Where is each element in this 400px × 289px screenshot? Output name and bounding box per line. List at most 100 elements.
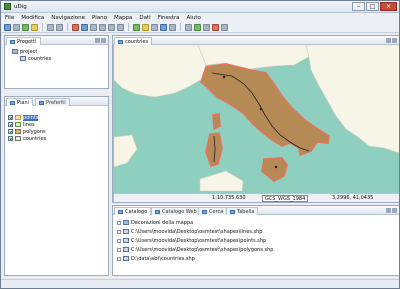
stop-icon[interactable] (72, 23, 79, 31)
file-icon (123, 238, 129, 243)
catalog-item[interactable]: C:\Users\moovida\Desktop\osmtest\shapes\… (117, 245, 273, 254)
new-icon[interactable] (4, 23, 11, 31)
catalog-item[interactable]: C:\Users\moovida\Desktop\osmtest\shapes\… (117, 236, 273, 245)
catalog-item[interactable]: C:\Users\moovida\Desktop\osmtest\shapes\… (117, 227, 273, 236)
tab-map[interactable]: countries (114, 37, 153, 45)
selection-tool-icon[interactable] (169, 23, 176, 31)
editor-max-icon (392, 38, 397, 43)
menu-dati[interactable]: Dati (139, 15, 150, 21)
panel-max-icon (101, 38, 106, 43)
menu-bar: File Modifica Navigazione Piano Mappa Da… (1, 13, 399, 22)
decoration-icon (123, 220, 129, 225)
scale-label[interactable]: 1:10.735.630 (212, 195, 246, 201)
layer-list: points lines polygons countries (8, 114, 46, 142)
other-tools-icon[interactable] (221, 23, 228, 31)
layer-checkbox[interactable] (8, 129, 13, 134)
tab-catalog[interactable]: Catalogo (114, 207, 152, 215)
udig-window: uDig – □ × File Modifica Navigazione Pia… (0, 0, 400, 289)
expand-icon[interactable] (117, 229, 121, 234)
layer-item-points[interactable]: points (8, 114, 46, 121)
tab-web-catalog[interactable]: Catalogo Web (151, 207, 201, 215)
zoom-out-icon[interactable] (99, 23, 106, 31)
info-tool-icon[interactable] (185, 23, 192, 31)
italy-corsica (212, 113, 221, 131)
point-marker (274, 165, 278, 169)
coords-label: 3,2996, 41,0435 (332, 195, 374, 201)
status-bar (1, 279, 399, 288)
add-layer-icon[interactable] (22, 23, 29, 31)
country-layer-icon (15, 136, 21, 141)
line-layer-icon (15, 122, 21, 127)
tab-layers[interactable]: Piani (6, 98, 33, 106)
main-toolbar (1, 22, 399, 33)
project-icon (12, 49, 18, 54)
maximize-button[interactable]: □ (366, 2, 379, 11)
save-icon[interactable] (13, 23, 20, 31)
info-icon[interactable] (133, 23, 140, 31)
menu-finestra[interactable]: Finestra (158, 15, 180, 21)
menu-file[interactable]: File (5, 15, 14, 21)
layer-checkbox[interactable] (8, 122, 13, 127)
close-button[interactable]: × (380, 2, 397, 11)
udig-app-icon (4, 3, 11, 10)
panel-min-icon (95, 38, 100, 43)
map-node[interactable]: countries (8, 55, 51, 62)
map-canvas[interactable] (114, 45, 400, 191)
file-icon (123, 229, 129, 234)
layer-item-lines[interactable]: lines (8, 121, 46, 128)
tab-favorites[interactable]: Preferiti (35, 98, 70, 106)
undo-icon[interactable] (47, 23, 54, 31)
project-tree: project countries (8, 48, 51, 62)
layer-checkbox[interactable] (8, 115, 13, 120)
polygon-layer-icon (15, 129, 21, 134)
file-icon (123, 256, 129, 261)
select-icon[interactable] (117, 23, 124, 31)
map-status-bar: 1:10.735.630 GCS_WGS_1984 3,2996, 41,043… (114, 193, 399, 202)
expand-icon[interactable] (117, 238, 121, 243)
layer-item-countries[interactable]: countries (8, 135, 46, 142)
expand-icon[interactable] (117, 247, 121, 252)
point-marker (222, 75, 226, 79)
window-title: uDig (14, 4, 27, 10)
catalog-max-icon (392, 208, 397, 213)
expand-icon[interactable] (117, 256, 121, 261)
expand-icon[interactable] (117, 220, 121, 225)
catalog-item[interactable]: Decorazioni della mappa (117, 218, 273, 227)
layers-panel: Piani Preferiti points lines polygons co… (4, 96, 109, 276)
file-icon (123, 247, 129, 252)
catalog-panel: Catalogo Catalogo Web Cerca Tabella Deco… (112, 205, 399, 276)
catalog-min-icon (386, 208, 391, 213)
menu-modifica[interactable]: Modifica (21, 15, 44, 21)
zoom-in-icon[interactable] (90, 23, 97, 31)
refresh-icon[interactable] (81, 23, 88, 31)
tab-table[interactable]: Tabella (226, 207, 259, 215)
menu-aiuto[interactable]: Aiuto (187, 15, 201, 21)
layer-checkbox[interactable] (8, 136, 13, 141)
pan-icon[interactable] (108, 23, 115, 31)
map-editor-panel: countries 1:10.735.630 GCS_WGS_1984 3,29… (112, 35, 400, 203)
menu-mappa[interactable]: Mappa (114, 15, 132, 21)
menu-piano[interactable]: Piano (92, 15, 107, 21)
tab-projects[interactable]: Progetti (6, 37, 41, 45)
navigation-icon[interactable] (160, 23, 167, 31)
delete-tool-icon[interactable] (212, 23, 219, 31)
menu-navigazione[interactable]: Navigazione (51, 15, 85, 21)
crs-label[interactable]: GCS_WGS_1984 (262, 195, 309, 202)
minimize-button[interactable]: – (352, 2, 365, 11)
editor-min-icon (386, 38, 391, 43)
project-node[interactable]: project (8, 48, 51, 55)
catalog-item[interactable]: D:\data\abt\countries.shp (117, 254, 273, 263)
create-tool-icon[interactable] (203, 23, 210, 31)
projects-panel: Progetti project countries (4, 35, 109, 89)
point-marker (259, 107, 263, 111)
edit-icon[interactable] (142, 23, 149, 31)
tab-search[interactable]: Cerca (198, 207, 228, 215)
layer-item-polygons[interactable]: polygons (8, 128, 46, 135)
edit-tool-icon[interactable] (194, 23, 201, 31)
redo-icon[interactable] (56, 23, 63, 31)
folder-icon[interactable] (31, 23, 38, 31)
map-icon (20, 56, 26, 61)
point-layer-icon (15, 115, 21, 120)
title-bar: uDig – □ × (1, 1, 399, 13)
measure-icon[interactable] (151, 23, 158, 31)
